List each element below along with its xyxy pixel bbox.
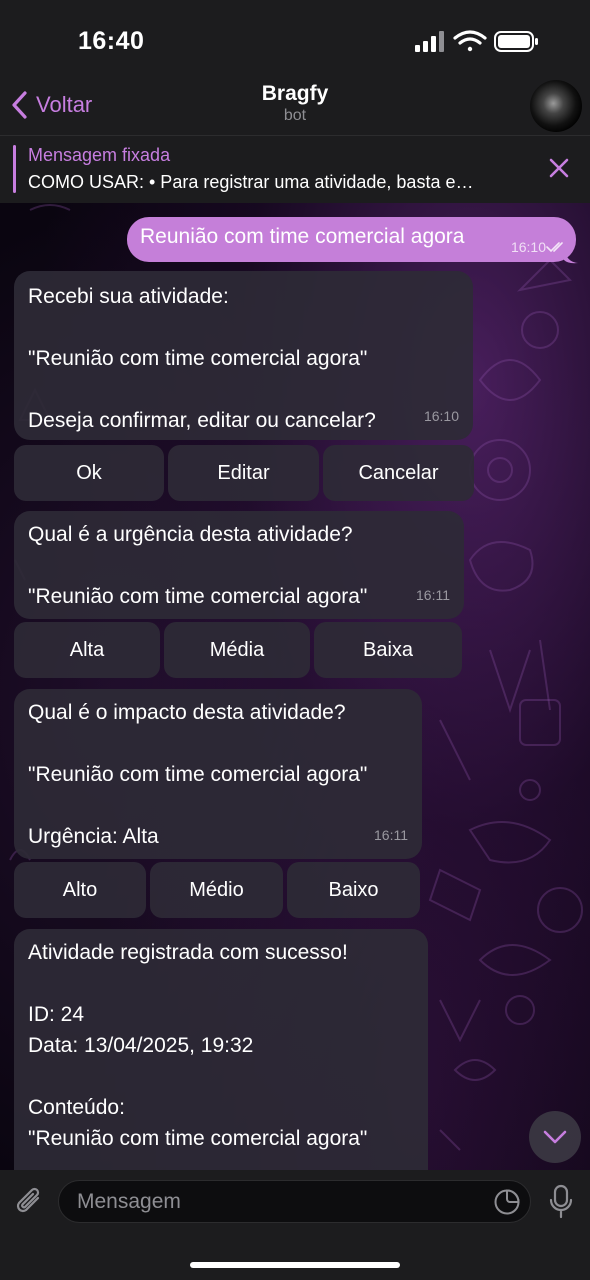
- message-line: "Reunião com time comercial agora": [28, 763, 368, 786]
- message-line: [28, 968, 414, 999]
- message-line: [28, 728, 408, 759]
- incoming-message[interactable]: Qual é a urgência desta atividade? "Reun…: [14, 511, 464, 619]
- bot-avatar[interactable]: [530, 80, 582, 132]
- message-time: 16:11: [416, 587, 450, 603]
- chat-subtitle: bot: [283, 107, 307, 124]
- incoming-message[interactable]: Qual é o impacto desta atividade? "Reuni…: [14, 689, 422, 859]
- pinned-text: COMO USAR: • Para registrar uma atividad…: [28, 172, 474, 192]
- message-line: Qual é a urgência desta atividade?: [28, 523, 353, 546]
- status-time: 16:40: [78, 27, 145, 55]
- message-time: 16:10: [423, 408, 459, 424]
- message-meta: 16:10: [511, 239, 566, 255]
- message-line: [28, 374, 459, 405]
- message-line: Recebi sua atividade:: [28, 285, 229, 308]
- inline-button-baixo[interactable]: Baixo: [287, 862, 420, 918]
- bubble-tail: [564, 248, 578, 264]
- incoming-message[interactable]: Atividade registrada com sucesso! ID: 24…: [14, 929, 428, 1174]
- message-time: 16:10: [510, 239, 546, 255]
- message-line: [28, 1061, 414, 1092]
- scroll-to-bottom-button[interactable]: [529, 1111, 581, 1163]
- inline-button-alto[interactable]: Alto: [14, 862, 146, 918]
- chat-title: Bragfy: [261, 82, 329, 105]
- wifi-icon: [453, 30, 487, 52]
- microphone-icon[interactable]: [548, 1184, 574, 1220]
- chat-header: Voltar Bragfy bot: [0, 80, 590, 135]
- inline-button-cancelar[interactable]: Cancelar: [323, 445, 474, 501]
- status-icons: [415, 30, 540, 59]
- message-line: Atividade registrada com sucesso!: [28, 941, 348, 964]
- message-line: ID: 24: [28, 1003, 85, 1026]
- pinned-message-banner[interactable]: Mensagem fixada COMO USAR: • Para regist…: [0, 135, 590, 203]
- message-line: [28, 550, 450, 581]
- message-line: [28, 790, 408, 821]
- composer-bar: [0, 1170, 590, 1280]
- inline-button-medio[interactable]: Médio: [150, 862, 283, 918]
- cellular-signal-icon: [415, 31, 444, 52]
- close-icon[interactable]: [548, 157, 570, 179]
- message-line: Data: 13/04/2025, 19:32: [28, 1034, 254, 1057]
- battery-icon: [494, 31, 538, 52]
- message-line: Conteúdo:: [28, 1096, 125, 1119]
- status-bar: 16:40: [0, 0, 590, 80]
- incoming-message[interactable]: Recebi sua atividade: "Reunião com time …: [14, 271, 473, 440]
- message-line: "Reunião com time comercial agora": [28, 585, 368, 608]
- pinned-indicator: [13, 145, 16, 193]
- message-line: "Reunião com time comercial agora": [28, 1127, 368, 1150]
- pinned-title: Mensagem fixada: [28, 145, 171, 165]
- message-line: [28, 312, 459, 343]
- message-line: "Reunião com time comercial agora": [28, 347, 368, 370]
- inline-button-alta[interactable]: Alta: [14, 622, 160, 678]
- inline-button-ok[interactable]: Ok: [14, 445, 164, 501]
- inline-button-media[interactable]: Média: [164, 622, 310, 678]
- message-input[interactable]: [58, 1180, 531, 1223]
- message-time: 16:11: [374, 827, 408, 843]
- outgoing-message[interactable]: Reunião com time comercial agora 16:10: [127, 217, 576, 262]
- sticker-icon[interactable]: [493, 1188, 521, 1216]
- inline-button-editar[interactable]: Editar: [168, 445, 319, 501]
- paperclip-icon[interactable]: [14, 1184, 46, 1220]
- inline-button-baixa[interactable]: Baixa: [314, 622, 462, 678]
- message-line: Qual é o impacto desta atividade?: [28, 701, 346, 724]
- chevron-down-icon: [543, 1130, 567, 1144]
- double-check-icon: [546, 242, 563, 253]
- message-line: Urgência: Alta: [28, 825, 159, 848]
- outgoing-message-text: Reunião com time comercial agora: [140, 225, 465, 248]
- home-indicator: [190, 1262, 400, 1268]
- message-line: Deseja confirmar, editar ou cancelar?: [28, 409, 376, 432]
- chat-title-block[interactable]: Bragfy bot: [0, 82, 590, 125]
